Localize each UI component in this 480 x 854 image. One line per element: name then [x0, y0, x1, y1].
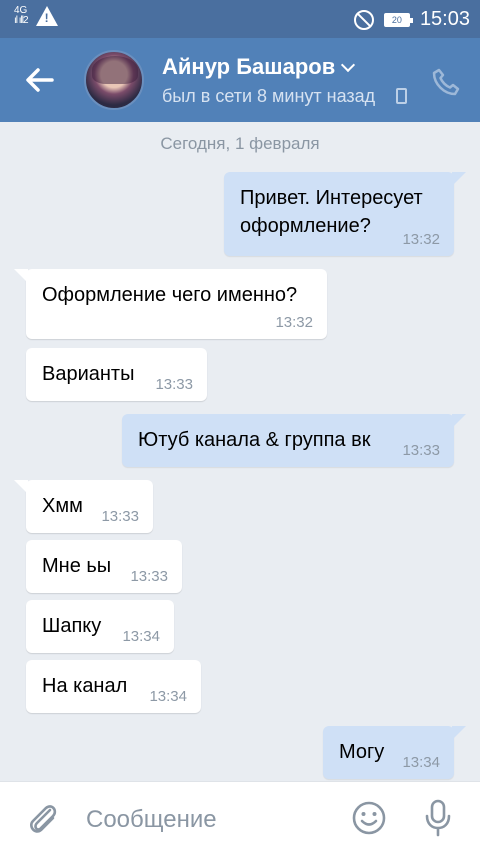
message-outgoing[interactable]: Ютуб канала & группа вк 13:33 [122, 414, 466, 467]
message-time: 13:33 [130, 568, 168, 585]
smiley-icon[interactable] [351, 800, 387, 836]
message-time: 13:33 [402, 442, 440, 459]
microphone-icon[interactable] [422, 798, 454, 838]
network-indicator: 4G ıl ıll2 [14, 5, 29, 26]
phone-icon[interactable] [430, 66, 462, 98]
chevron-down-icon [341, 57, 356, 73]
status-bar: 4G ıl ıll2 ! 20 15:03 [0, 0, 480, 38]
message-outgoing[interactable]: Могу 13:34 [323, 726, 466, 779]
message-incoming[interactable]: На канал 13:34 [26, 660, 201, 713]
message-composer: Сообщение [0, 781, 480, 854]
message-incoming[interactable]: Мне ьы 13:33 [26, 540, 182, 593]
message-time: 13:33 [101, 508, 139, 525]
battery-icon: 20 [383, 12, 413, 27]
paperclip-icon[interactable] [26, 800, 60, 838]
message-incoming[interactable]: Варианты 13:33 [26, 348, 207, 401]
message-incoming[interactable]: Шапку 13:34 [26, 600, 174, 653]
message-time: 13:34 [402, 754, 440, 771]
message-incoming[interactable]: Оформление чего именно? 13:32 [14, 269, 327, 339]
mobile-device-icon [396, 88, 407, 104]
message-incoming[interactable]: Хмм 13:33 [14, 480, 153, 533]
contact-info[interactable]: Айнур Башаров был в сети 8 минут назад [162, 54, 392, 107]
message-time: 13:32 [402, 231, 440, 248]
warning-icon: ! [35, 6, 58, 26]
message-time: 13:34 [149, 688, 187, 705]
message-outgoing[interactable]: Привет. Интересует оформление? 13:32 [224, 172, 466, 256]
online-status: был в сети 8 минут назад [162, 86, 376, 106]
do-not-disturb-icon [353, 9, 374, 30]
contact-name: Айнур Башаров [162, 54, 336, 79]
message-time: 13:33 [155, 376, 193, 393]
message-input[interactable]: Сообщение [86, 806, 217, 834]
message-time: 13:34 [122, 628, 160, 645]
clock: 15:03 [419, 8, 470, 30]
message-time: 13:32 [275, 314, 313, 331]
chat-header: Айнур Башаров был в сети 8 минут назад [0, 38, 480, 122]
back-arrow-icon[interactable] [22, 62, 58, 98]
date-separator: Сегодня, 1 февраля [160, 134, 320, 153]
avatar[interactable] [84, 50, 144, 110]
